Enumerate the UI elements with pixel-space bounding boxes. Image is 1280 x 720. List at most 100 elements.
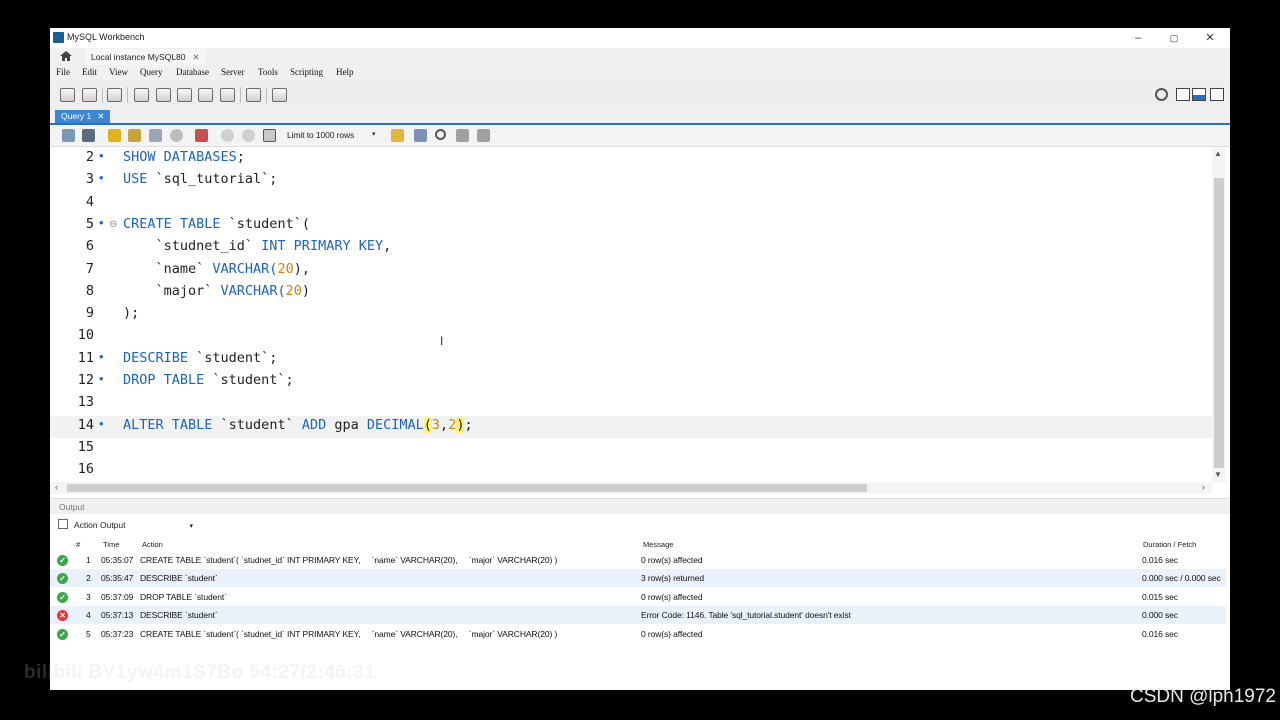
output-row[interactable]: ✓ 5 05:37:23 CREATE TABLE `student`( `studn…: [50, 625, 1226, 643]
beautify-icon[interactable]: [414, 129, 427, 142]
save-script-icon[interactable]: [82, 129, 95, 142]
editor-line[interactable]: 6 `studnet_id` INT PRIMARY KEY,: [50, 237, 1212, 259]
toggle-output-panel-icon[interactable]: [1192, 88, 1206, 101]
toggle-secondary-sidebar-icon[interactable]: [1210, 88, 1224, 101]
rollback-icon[interactable]: [242, 129, 255, 142]
line-number: 3: [85, 171, 94, 188]
close-button[interactable]: ✕: [1200, 32, 1220, 44]
code-token: `name`: [123, 260, 213, 277]
output-row[interactable]: ✕ 4 05:37:13 DESCRIBE `student` Error Code: …: [50, 606, 1226, 625]
tab-query-1[interactable]: Query 1 ✕: [55, 110, 111, 123]
maximize-button[interactable]: ▢: [1164, 32, 1184, 44]
create-schema-icon[interactable]: [134, 88, 149, 102]
row-time: 05:35:47: [101, 573, 134, 584]
editor-line[interactable]: 8 `major` VARCHAR(20): [50, 282, 1212, 304]
editor-vertical-scrollbar[interactable]: ▲ ▼: [1212, 148, 1226, 483]
explain-icon[interactable]: [149, 129, 162, 142]
code-text: DESCRIBE `student`;: [123, 350, 277, 366]
copy-output-icon[interactable]: [58, 519, 68, 529]
invisible-chars-icon[interactable]: [456, 129, 469, 142]
menu-edit[interactable]: Edit: [82, 67, 97, 77]
editor-line[interactable]: 13: [50, 393, 1212, 415]
code-text: ALTER TABLE `student` ADD gpa DECIMAL(3,…: [123, 416, 473, 433]
open-sql-script-icon[interactable]: [82, 88, 97, 102]
line-number: 16: [77, 461, 94, 478]
execute-current-icon[interactable]: [128, 129, 141, 142]
open-file-icon[interactable]: [62, 129, 75, 142]
toolbar-separator: [266, 87, 267, 103]
new-sql-tab-icon[interactable]: [60, 88, 75, 102]
output-row[interactable]: ✓ 1 05:35:07 CREATE TABLE `student`( `studn…: [50, 551, 1226, 569]
autocommit-icon[interactable]: [263, 129, 276, 142]
limit-dropdown-arrow-icon[interactable]: ▾: [372, 130, 376, 138]
toggle-stop-on-error-icon[interactable]: [195, 129, 208, 142]
menu-server[interactable]: Server: [221, 67, 245, 77]
menu-view[interactable]: View: [109, 67, 128, 77]
output-row[interactable]: ✓ 2 05:35:47 DESCRIBE `student` 3 row(s) ret…: [50, 569, 1226, 588]
workbench-window: MySQL Workbench – ▢ ✕ Local instance MyS…: [50, 28, 1230, 690]
create-procedure-icon[interactable]: [198, 88, 213, 102]
toggle-sidebar-icon[interactable]: [1176, 88, 1190, 101]
add-snippet-icon[interactable]: [391, 129, 404, 142]
create-view-icon[interactable]: [177, 88, 192, 102]
editor-line[interactable]: 9);: [50, 304, 1212, 326]
reconnect-icon[interactable]: [272, 88, 287, 102]
scroll-left-icon[interactable]: ‹: [55, 482, 58, 492]
row-index: 1: [86, 555, 91, 565]
editor-horizontal-scrollbar[interactable]: ‹ ›: [50, 482, 1212, 494]
vertical-scroll-thumb[interactable]: [1214, 178, 1224, 468]
commit-icon[interactable]: [221, 129, 234, 142]
connection-tab[interactable]: Local instance MySQL80 ✕: [85, 49, 206, 65]
editor-line[interactable]: 7 `name` VARCHAR(20),: [50, 260, 1212, 282]
row-message: 3 row(s) returned: [641, 573, 705, 584]
output-row[interactable]: ✓ 3 05:37:09 DROP TABLE `student` 0 row(s) a…: [50, 588, 1226, 606]
menu-help[interactable]: Help: [336, 67, 354, 77]
execute-icon[interactable]: [108, 129, 121, 142]
limit-rows-select[interactable]: Limit to 1000 rows: [287, 130, 354, 140]
find-icon[interactable]: [435, 129, 446, 140]
output-type-select[interactable]: Action Output ▾: [58, 519, 193, 530]
scroll-up-icon[interactable]: ▲: [1214, 149, 1222, 158]
horizontal-scroll-thumb[interactable]: [67, 484, 867, 492]
editor-line[interactable]: 11 • DESCRIBE `student`;: [50, 349, 1212, 371]
fold-toggle-icon[interactable]: ⊖: [109, 219, 117, 230]
create-table-icon[interactable]: [156, 88, 171, 102]
word-wrap-icon[interactable]: [477, 129, 490, 142]
settings-gear-icon[interactable]: [1155, 88, 1168, 101]
code-token: ): [301, 282, 310, 299]
editor-line[interactable]: 5 • ⊖ CREATE TABLE `student`(: [50, 215, 1212, 237]
editor-line[interactable]: 16: [50, 460, 1212, 482]
editor-line[interactable]: 10: [50, 326, 1212, 348]
query-tab-label: Query 1: [61, 111, 92, 121]
create-function-icon[interactable]: [220, 88, 235, 102]
editor-line[interactable]: 3 • USE `sql_tutorial`;: [50, 170, 1212, 192]
minimize-button[interactable]: –: [1128, 32, 1148, 44]
stop-icon[interactable]: [170, 129, 183, 142]
menu-file[interactable]: File: [56, 67, 70, 77]
code-text: `studnet_id` INT PRIMARY KEY,: [123, 238, 392, 255]
editor-line[interactable]: 4: [50, 193, 1212, 215]
sql-editor[interactable]: 2 • SHOW DATABASES; 3 • USE `sql_tutorial`; 4 5…: [50, 148, 1212, 484]
menu-database[interactable]: Database: [176, 67, 209, 77]
editor-line[interactable]: 12 • DROP TABLE `student`;: [50, 371, 1212, 393]
editor-line[interactable]: 14 • ALTER TABLE `student` ADD gpa DECIMAL…: [50, 415, 1212, 438]
scroll-right-icon[interactable]: ›: [1202, 482, 1205, 492]
code-token: ADD: [301, 416, 335, 433]
home-icon[interactable]: [59, 50, 73, 62]
column-header-action: Action: [142, 540, 163, 549]
inspector-icon[interactable]: [107, 88, 122, 102]
search-table-data-icon[interactable]: [246, 88, 261, 102]
row-duration: 0.016 sec: [1142, 628, 1178, 639]
editor-line[interactable]: 15: [50, 438, 1212, 460]
menu-query[interactable]: Query: [140, 67, 163, 77]
statement-marker-icon: •: [99, 415, 104, 431]
close-query-tab-icon[interactable]: ✕: [97, 111, 104, 121]
code-token: INT PRIMARY KEY: [261, 238, 384, 255]
editor-line[interactable]: 2 • SHOW DATABASES;: [50, 148, 1212, 170]
close-connection-tab-icon[interactable]: ✕: [193, 52, 200, 62]
output-type-arrow-icon[interactable]: ▾: [190, 523, 194, 530]
code-text: `major` VARCHAR(20): [123, 283, 310, 299]
scroll-down-icon[interactable]: ▼: [1214, 470, 1222, 479]
menu-tools[interactable]: Tools: [258, 67, 278, 77]
menu-scripting[interactable]: Scripting: [290, 67, 323, 77]
